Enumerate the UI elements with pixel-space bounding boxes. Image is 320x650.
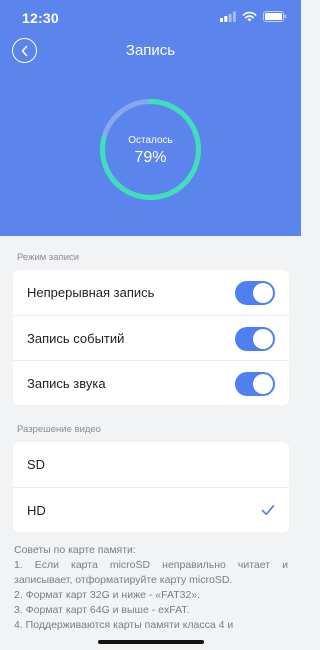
navigation-bar: Запись — [0, 34, 301, 68]
home-indicator — [98, 640, 204, 644]
memory-card-tips: Советы по карте памяти: 1. Если карта mi… — [14, 543, 288, 633]
event-recording-label: Запись событий — [27, 330, 125, 346]
tips-title: Советы по карте памяти: — [14, 544, 136, 556]
continuous-recording-toggle[interactable] — [235, 281, 275, 305]
recording-mode-header: Режим записи — [17, 252, 80, 263]
tip-line: 1. Если карта microSD неправильно читает… — [14, 559, 288, 586]
resolution-option-hd[interactable]: HD — [13, 487, 289, 532]
toggle-knob — [253, 283, 273, 303]
signal-icon — [220, 11, 236, 22]
storage-ring: Осталось 79% — [97, 96, 204, 203]
resolution-option-sd[interactable]: SD — [13, 442, 289, 487]
wifi-icon — [242, 11, 257, 22]
toggle-knob — [253, 329, 273, 349]
page-title: Запись — [125, 42, 176, 59]
video-resolution-card: SD HD — [13, 442, 289, 532]
sound-recording-row: Запись звука — [13, 360, 289, 405]
tip-line: 2. Формат карт 32G и ниже - «FAT32». — [14, 589, 201, 601]
tip-line: 4. Поддерживаются карты памяти класса 4 … — [14, 619, 234, 631]
event-recording-row: Запись событий — [13, 315, 289, 360]
sound-recording-toggle[interactable] — [235, 372, 275, 396]
toggle-knob — [253, 374, 273, 394]
resolution-hd-label: HD — [27, 502, 46, 518]
status-icons — [220, 11, 287, 22]
resolution-sd-label: SD — [27, 457, 46, 472]
status-time: 12:30 — [22, 10, 59, 26]
recording-mode-card: Непрерывная запись Запись событий Запись… — [13, 270, 289, 405]
continuous-recording-label: Непрерывная запись — [27, 285, 155, 300]
status-bar: 12:30 — [0, 0, 301, 34]
storage-label: Осталось — [128, 135, 173, 146]
continuous-recording-row: Непрерывная запись — [13, 270, 289, 315]
tip-line: 3. Формат карт 64G и выше - exFAT. — [14, 604, 190, 616]
event-recording-toggle[interactable] — [235, 327, 275, 351]
video-resolution-header: Разрешение видео — [17, 424, 101, 435]
sound-recording-label: Запись звука — [27, 375, 106, 391]
storage-value: 79% — [134, 149, 167, 166]
checkmark-icon — [261, 505, 275, 516]
battery-icon — [263, 11, 287, 22]
